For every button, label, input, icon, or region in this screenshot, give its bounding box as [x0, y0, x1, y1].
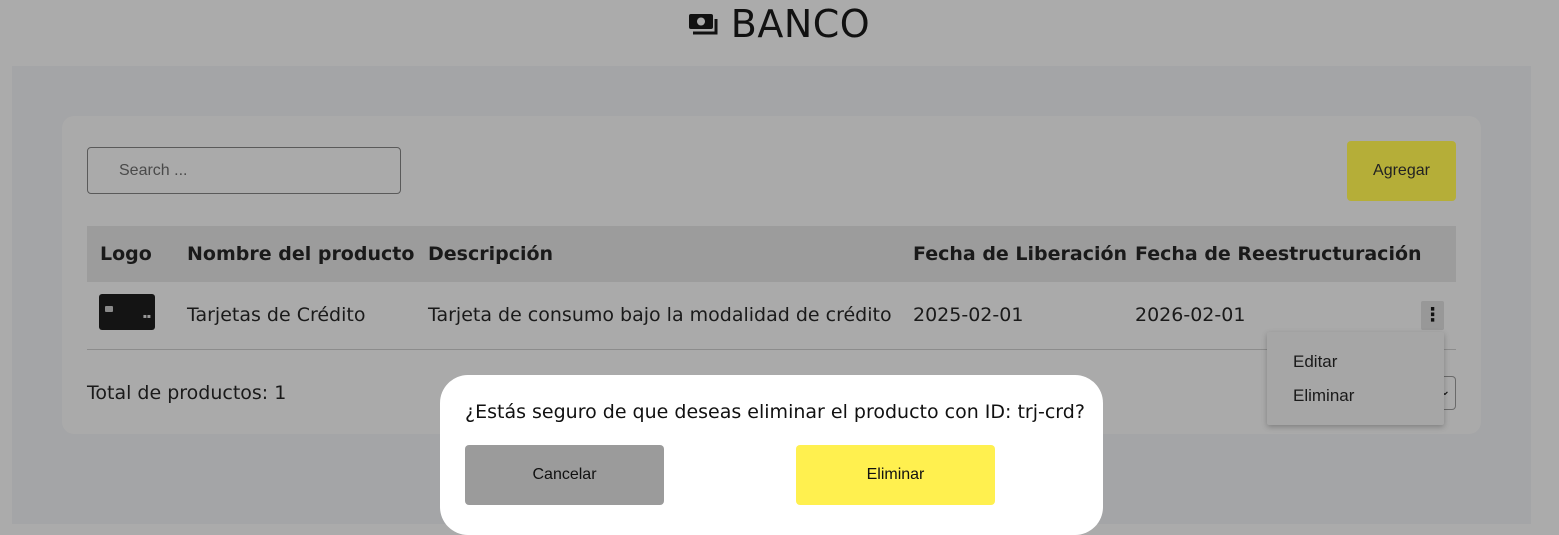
- confirm-delete-button[interactable]: Eliminar: [796, 445, 995, 505]
- column-header-restructure-date: Fecha de Reestructuración: [1135, 243, 1422, 265]
- menu-item-delete[interactable]: Eliminar: [1293, 386, 1354, 406]
- search-input[interactable]: [87, 147, 401, 194]
- column-header-release-date: Fecha de Liberación: [913, 243, 1128, 265]
- column-header-description: Descripción: [428, 243, 554, 265]
- menu-item-edit[interactable]: Editar: [1293, 352, 1337, 372]
- total-products-label: Total de productos: 1: [87, 382, 287, 404]
- dialog-message: ¿Estás seguro de que deseas eliminar el …: [465, 401, 1085, 423]
- card-brand-mark: ▪▪: [142, 313, 151, 320]
- money-bill-icon: [688, 14, 718, 35]
- credit-card-image: ▪▪: [99, 294, 155, 330]
- row-context-menu: Editar Eliminar: [1267, 332, 1444, 425]
- cell-product-name: Tarjetas de Crédito: [187, 304, 366, 326]
- cancel-button[interactable]: Cancelar: [465, 445, 664, 505]
- cell-restructure-date: 2026-02-01: [1135, 304, 1246, 326]
- column-header-name: Nombre del producto: [187, 243, 415, 265]
- row-actions-icon[interactable]: ⋮: [1421, 301, 1444, 330]
- cell-description: Tarjeta de consumo bajo la modalidad de …: [428, 304, 892, 326]
- card-chip-icon: [105, 306, 113, 312]
- row-divider: [87, 349, 1456, 350]
- cell-release-date: 2025-02-01: [913, 304, 1024, 326]
- app-header: BANCO: [0, 0, 1559, 66]
- add-button[interactable]: Agregar: [1347, 141, 1456, 201]
- app-title: BANCO: [730, 2, 871, 46]
- column-header-logo: Logo: [100, 243, 152, 265]
